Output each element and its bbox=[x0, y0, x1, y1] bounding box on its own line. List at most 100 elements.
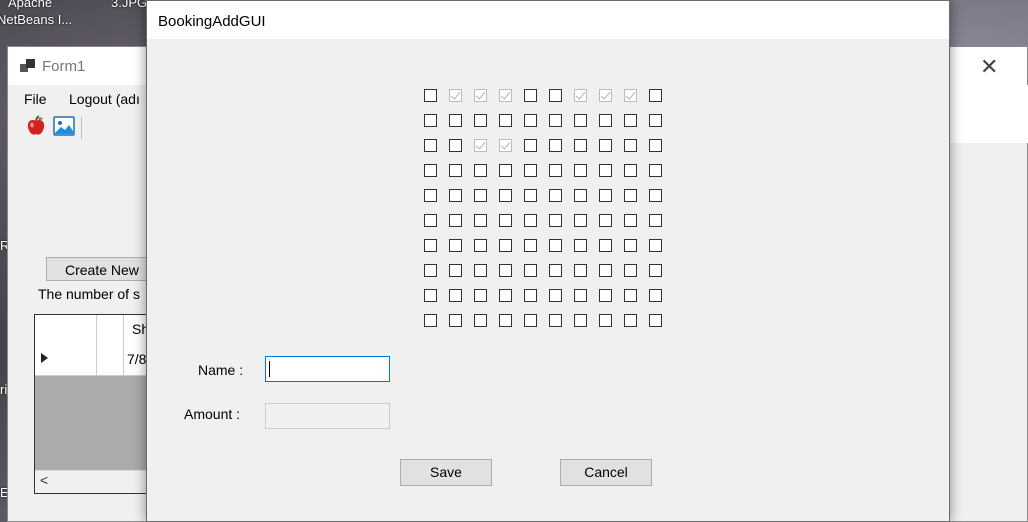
seat-checkbox-r9-c10[interactable] bbox=[649, 289, 662, 302]
name-input[interactable] bbox=[265, 356, 390, 382]
seat-checkbox-r9-c9[interactable] bbox=[624, 289, 637, 302]
seat-checkbox-r6-c5[interactable] bbox=[524, 214, 537, 227]
seat-checkbox-r4-c1[interactable] bbox=[424, 164, 437, 177]
grid-cell[interactable]: 7/8 bbox=[127, 351, 146, 367]
seat-checkbox-r8-c6[interactable] bbox=[549, 264, 562, 277]
seat-checkbox-r5-c4[interactable] bbox=[499, 189, 512, 202]
seat-checkbox-r2-c7[interactable] bbox=[574, 114, 587, 127]
seat-checkbox-r7-c10[interactable] bbox=[649, 239, 662, 252]
seat-checkbox-r5-c6[interactable] bbox=[549, 189, 562, 202]
seat-checkbox-r3-c2[interactable] bbox=[449, 139, 462, 152]
seat-checkbox-r4-c6[interactable] bbox=[549, 164, 562, 177]
seat-checkbox-r4-c9[interactable] bbox=[624, 164, 637, 177]
seat-checkbox-r9-c8[interactable] bbox=[599, 289, 612, 302]
amount-input[interactable] bbox=[265, 403, 390, 429]
seat-checkbox-r7-c5[interactable] bbox=[524, 239, 537, 252]
seat-checkbox-r4-c10[interactable] bbox=[649, 164, 662, 177]
seat-checkbox-r5-c10[interactable] bbox=[649, 189, 662, 202]
seat-checkbox-r8-c4[interactable] bbox=[499, 264, 512, 277]
seat-checkbox-r8-c8[interactable] bbox=[599, 264, 612, 277]
seat-checkbox-r6-c8[interactable] bbox=[599, 214, 612, 227]
seat-checkbox-r10-c1[interactable] bbox=[424, 314, 437, 327]
seat-checkbox-r6-c9[interactable] bbox=[624, 214, 637, 227]
seat-checkbox-r7-c7[interactable] bbox=[574, 239, 587, 252]
seat-checkbox-r9-c2[interactable] bbox=[449, 289, 462, 302]
seat-checkbox-r9-c7[interactable] bbox=[574, 289, 587, 302]
seat-checkbox-r4-c4[interactable] bbox=[499, 164, 512, 177]
seat-checkbox-r5-c9[interactable] bbox=[624, 189, 637, 202]
seat-checkbox-r10-c10[interactable] bbox=[649, 314, 662, 327]
seat-checkbox-r2-c6[interactable] bbox=[549, 114, 562, 127]
seat-checkbox-r1-c10[interactable] bbox=[649, 89, 662, 102]
seat-checkbox-r3-c5[interactable] bbox=[524, 139, 537, 152]
seat-checkbox-r3-c9[interactable] bbox=[624, 139, 637, 152]
apple-icon[interactable] bbox=[25, 115, 47, 137]
seat-checkbox-r6-c10[interactable] bbox=[649, 214, 662, 227]
seat-checkbox-r8-c2[interactable] bbox=[449, 264, 462, 277]
seat-checkbox-r9-c1[interactable] bbox=[424, 289, 437, 302]
seat-checkbox-r5-c2[interactable] bbox=[449, 189, 462, 202]
seat-checkbox-r8-c9[interactable] bbox=[624, 264, 637, 277]
save-button[interactable]: Save bbox=[400, 459, 492, 486]
cancel-button[interactable]: Cancel bbox=[560, 459, 652, 486]
seat-checkbox-r2-c3[interactable] bbox=[474, 114, 487, 127]
seat-checkbox-r6-c6[interactable] bbox=[549, 214, 562, 227]
seat-checkbox-r7-c2[interactable] bbox=[449, 239, 462, 252]
menu-logout[interactable]: Logout (adı bbox=[69, 91, 140, 107]
seat-checkbox-r6-c2[interactable] bbox=[449, 214, 462, 227]
desktop-icon-label-apache[interactable]: Apache bbox=[8, 0, 52, 10]
seat-checkbox-r10-c4[interactable] bbox=[499, 314, 512, 327]
seat-checkbox-r5-c7[interactable] bbox=[574, 189, 587, 202]
seat-checkbox-r9-c3[interactable] bbox=[474, 289, 487, 302]
seat-checkbox-r4-c7[interactable] bbox=[574, 164, 587, 177]
seat-checkbox-r6-c7[interactable] bbox=[574, 214, 587, 227]
seat-checkbox-r8-c7[interactable] bbox=[574, 264, 587, 277]
seat-checkbox-r4-c5[interactable] bbox=[524, 164, 537, 177]
seat-checkbox-r2-c5[interactable] bbox=[524, 114, 537, 127]
seat-checkbox-r2-c4[interactable] bbox=[499, 114, 512, 127]
seat-checkbox-r10-c7[interactable] bbox=[574, 314, 587, 327]
desktop-icon-label-jpg[interactable]: 3.JPG bbox=[111, 0, 147, 10]
seat-checkbox-r3-c1[interactable] bbox=[424, 139, 437, 152]
seat-checkbox-r7-c1[interactable] bbox=[424, 239, 437, 252]
seat-checkbox-r4-c2[interactable] bbox=[449, 164, 462, 177]
seat-checkbox-r3-c7[interactable] bbox=[574, 139, 587, 152]
seat-checkbox-r5-c5[interactable] bbox=[524, 189, 537, 202]
seat-checkbox-r5-c1[interactable] bbox=[424, 189, 437, 202]
seat-checkbox-r8-c3[interactable] bbox=[474, 264, 487, 277]
seat-checkbox-r4-c8[interactable] bbox=[599, 164, 612, 177]
seat-checkbox-r5-c3[interactable] bbox=[474, 189, 487, 202]
seat-checkbox-r3-c10[interactable] bbox=[649, 139, 662, 152]
seat-checkbox-r7-c4[interactable] bbox=[499, 239, 512, 252]
seat-checkbox-r1-c1[interactable] bbox=[424, 89, 437, 102]
seat-checkbox-r8-c5[interactable] bbox=[524, 264, 537, 277]
seat-checkbox-r9-c5[interactable] bbox=[524, 289, 537, 302]
seat-checkbox-r2-c2[interactable] bbox=[449, 114, 462, 127]
desktop-icon-label-netbeans[interactable]: NetBeans I... bbox=[0, 12, 72, 27]
menu-file[interactable]: File bbox=[24, 91, 47, 107]
seat-checkbox-r9-c4[interactable] bbox=[499, 289, 512, 302]
seat-checkbox-r7-c3[interactable] bbox=[474, 239, 487, 252]
seat-checkbox-r8-c10[interactable] bbox=[649, 264, 662, 277]
seat-checkbox-r3-c6[interactable] bbox=[549, 139, 562, 152]
seat-checkbox-r7-c9[interactable] bbox=[624, 239, 637, 252]
image-icon[interactable] bbox=[53, 115, 75, 137]
seat-checkbox-r10-c5[interactable] bbox=[524, 314, 537, 327]
seat-checkbox-r6-c4[interactable] bbox=[499, 214, 512, 227]
seat-checkbox-r10-c8[interactable] bbox=[599, 314, 612, 327]
seat-checkbox-r3-c8[interactable] bbox=[599, 139, 612, 152]
seat-checkbox-r1-c6[interactable] bbox=[549, 89, 562, 102]
seat-checkbox-r1-c5[interactable] bbox=[524, 89, 537, 102]
seat-checkbox-r5-c8[interactable] bbox=[599, 189, 612, 202]
seat-checkbox-r2-c10[interactable] bbox=[649, 114, 662, 127]
seat-checkbox-r7-c6[interactable] bbox=[549, 239, 562, 252]
seat-checkbox-r10-c6[interactable] bbox=[549, 314, 562, 327]
seat-checkbox-r2-c1[interactable] bbox=[424, 114, 437, 127]
seat-checkbox-r10-c9[interactable] bbox=[624, 314, 637, 327]
dialog-titlebar[interactable]: BookingAddGUI bbox=[147, 1, 949, 39]
seat-checkbox-r9-c6[interactable] bbox=[549, 289, 562, 302]
seat-checkbox-r4-c3[interactable] bbox=[474, 164, 487, 177]
close-icon[interactable]: ✕ bbox=[980, 54, 998, 80]
seat-checkbox-r8-c1[interactable] bbox=[424, 264, 437, 277]
scroll-left-icon[interactable]: < bbox=[40, 472, 48, 488]
